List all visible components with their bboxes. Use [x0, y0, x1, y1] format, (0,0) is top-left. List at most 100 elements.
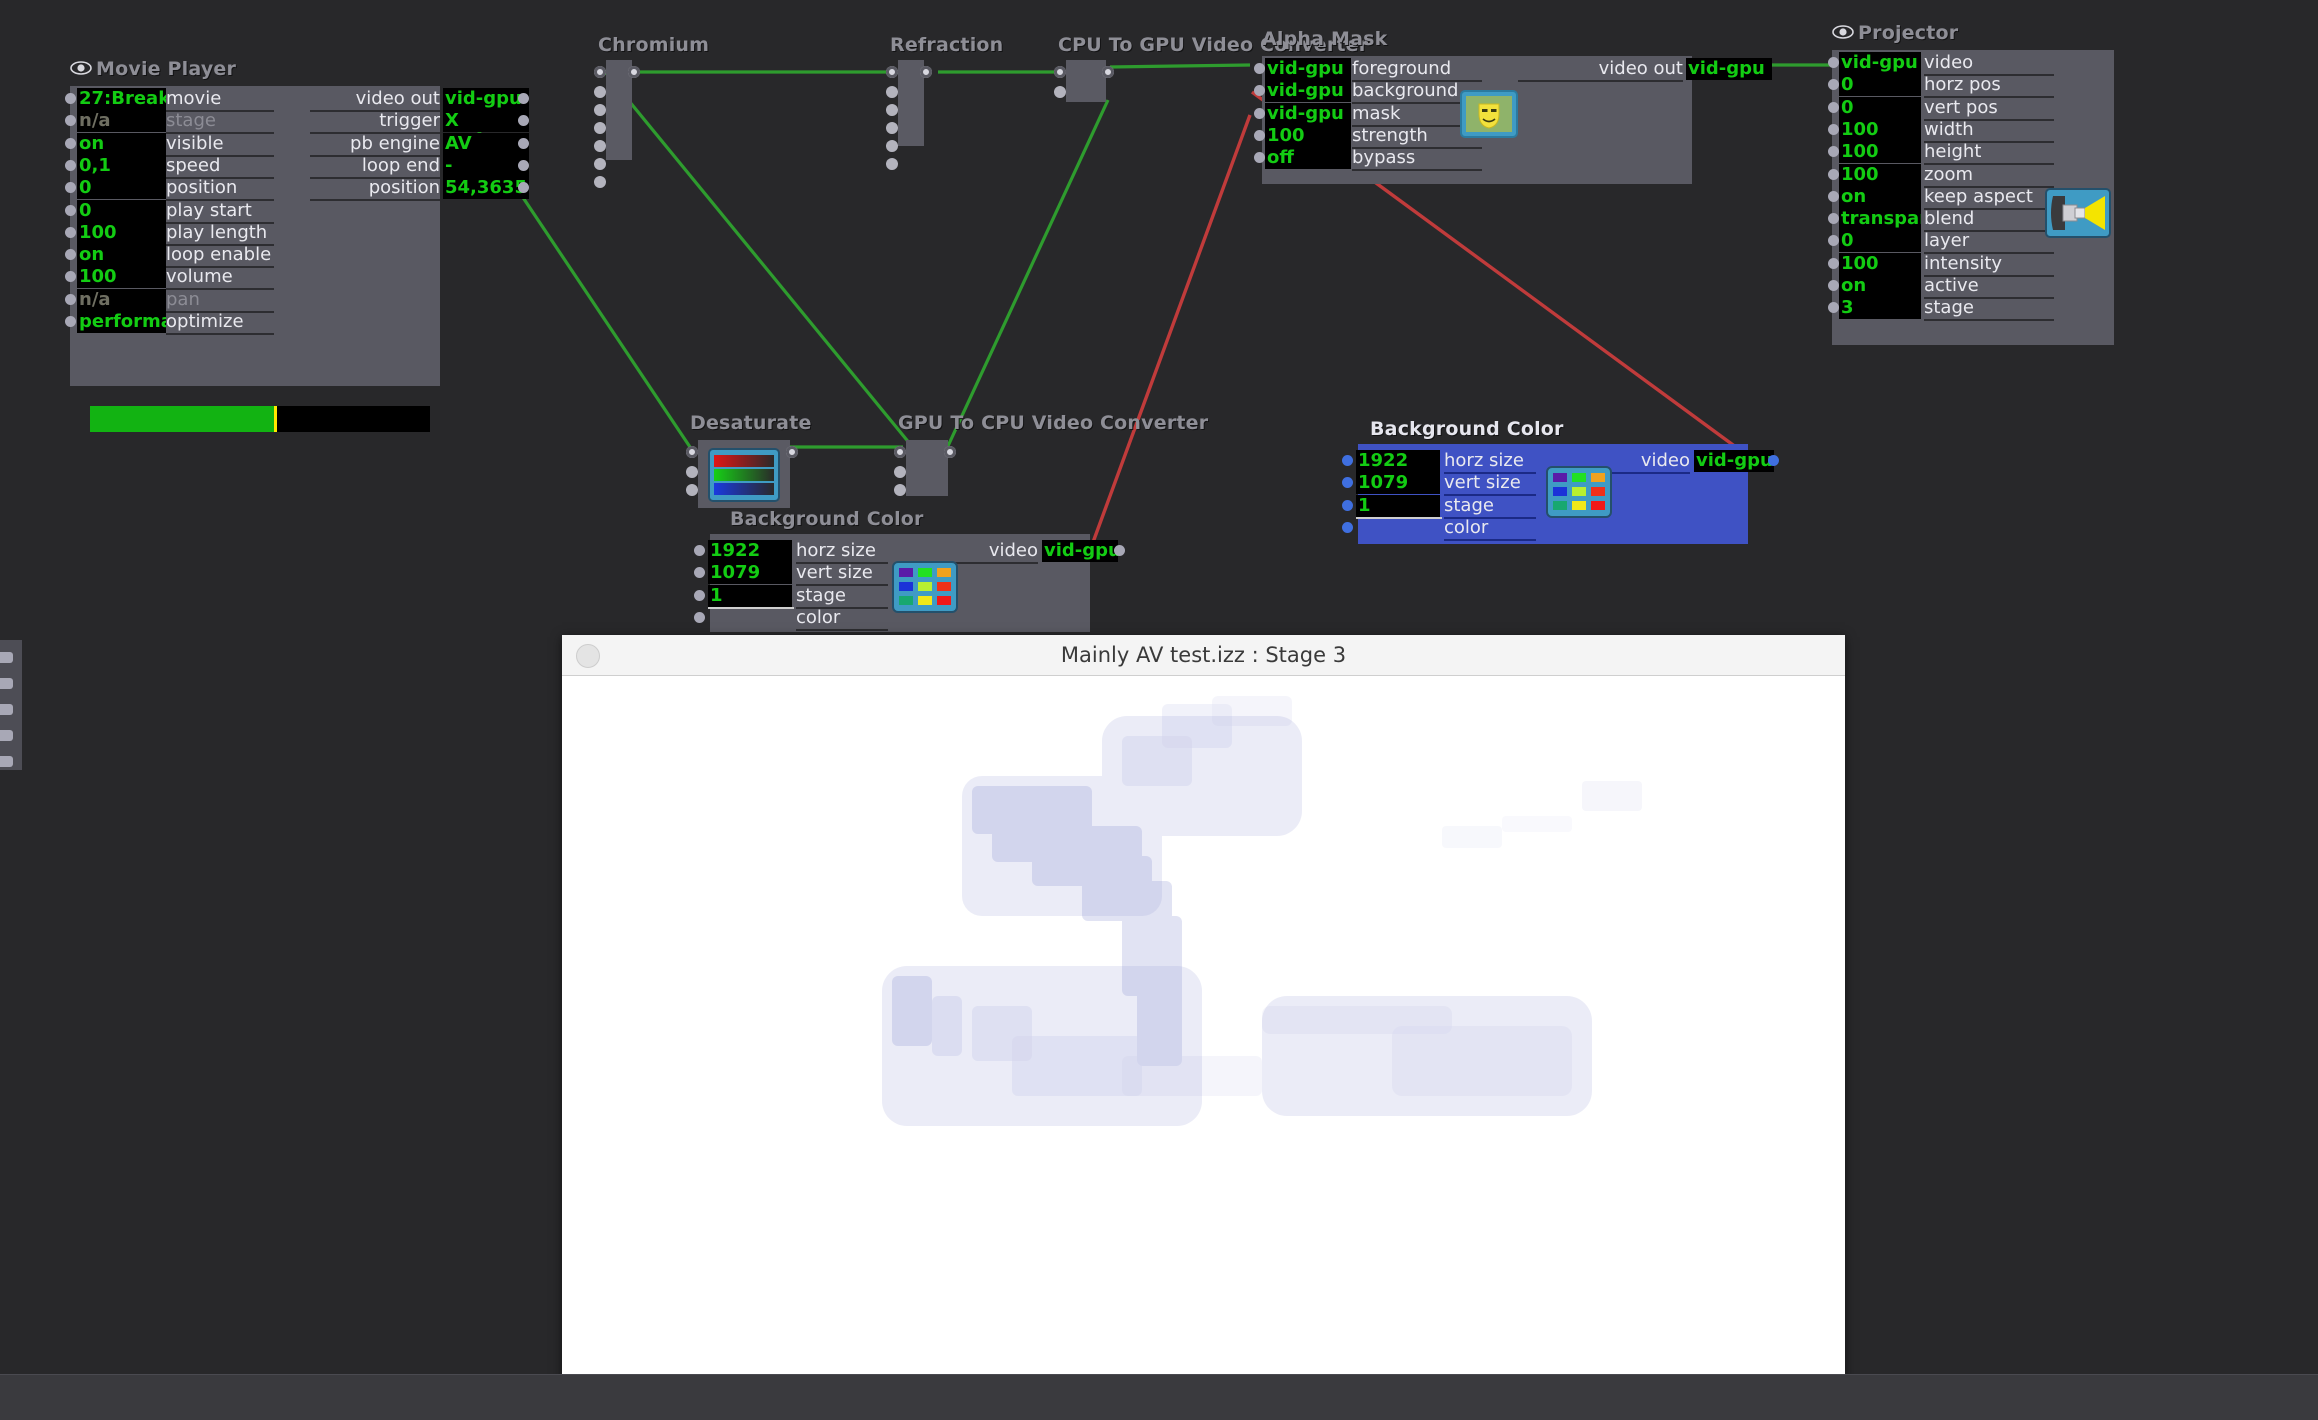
input-value[interactable]: 100 — [1839, 118, 1921, 141]
close-icon[interactable] — [576, 644, 600, 668]
input-value[interactable]: 3 — [1839, 297, 1921, 320]
refraction-in-port[interactable] — [886, 158, 898, 170]
input-port[interactable] — [694, 611, 705, 623]
input-port[interactable] — [1342, 477, 1353, 489]
node-background-color-2[interactable]: Background Color 1922 horz size 1079 vert s… — [1342, 418, 1779, 544]
input-value[interactable]: 1 — [708, 584, 792, 607]
input-port[interactable] — [1828, 280, 1839, 291]
input-port[interactable] — [694, 545, 705, 556]
input-value[interactable]: on — [1839, 185, 1921, 208]
node-projector[interactable]: Projector vid-gpu video 0 horz pos 0 vert pos… — [1828, 22, 2114, 347]
gpu2cpu-in-port[interactable] — [894, 446, 906, 458]
input-value[interactable]: 100 — [77, 221, 166, 244]
input-value[interactable]: 1079 — [708, 562, 792, 585]
chromium-in-port[interactable] — [594, 66, 606, 78]
refraction-in-port[interactable] — [886, 104, 898, 116]
cpu2gpu-in-port[interactable] — [1054, 66, 1066, 78]
input-value[interactable]: on — [1839, 275, 1921, 297]
input-value[interactable]: 0 — [1839, 230, 1921, 253]
chromium-in-port[interactable] — [594, 122, 606, 134]
refraction-in-port[interactable] — [886, 140, 898, 152]
input-value[interactable]: transparent — [1839, 208, 1921, 231]
output-value[interactable]: AV — [443, 132, 529, 155]
input-port[interactable] — [65, 159, 76, 171]
input-port[interactable] — [1828, 57, 1839, 68]
refraction-in-port[interactable] — [886, 66, 898, 78]
output-port[interactable] — [518, 159, 529, 171]
input-port[interactable] — [65, 137, 76, 149]
input-value[interactable]: 1 — [1356, 494, 1440, 517]
desaturate-in-port[interactable] — [686, 446, 698, 458]
input-port[interactable] — [1828, 101, 1839, 113]
input-port[interactable] — [694, 589, 705, 601]
rail-port[interactable] — [0, 652, 13, 663]
input-port[interactable] — [1828, 123, 1839, 135]
output-port[interactable] — [518, 137, 529, 149]
input-port[interactable] — [65, 316, 76, 327]
input-value[interactable]: 0 — [77, 199, 166, 222]
movie-player-progress[interactable] — [90, 406, 430, 432]
desaturate-out-port[interactable] — [786, 446, 798, 458]
input-value[interactable]: vid-gpu — [1265, 102, 1351, 125]
input-value[interactable]: on — [77, 132, 166, 155]
rail-port[interactable] — [0, 678, 13, 689]
input-port[interactable] — [65, 226, 76, 238]
stage-window-titlebar[interactable]: Mainly AV test.izz : Stage 3 — [562, 635, 1845, 676]
input-port[interactable] — [1254, 63, 1265, 74]
input-value[interactable]: 100 — [1265, 124, 1351, 147]
input-value[interactable]: 0 — [77, 177, 166, 200]
input-value[interactable]: vid-gpu — [1265, 80, 1351, 103]
input-value[interactable]: vid-gpu — [1265, 58, 1351, 80]
node-alpha-mask[interactable]: Alpha Mask vid-gpu foreground vid-gpu backg… — [1254, 28, 1772, 184]
input-value[interactable]: 1922 — [708, 540, 792, 562]
refraction-out-port[interactable] — [920, 66, 932, 78]
input-port[interactable] — [1828, 168, 1839, 180]
input-value[interactable] — [1356, 516, 1442, 519]
left-collapsed-panel[interactable] — [0, 640, 22, 770]
chromium-in-port[interactable] — [594, 104, 606, 116]
input-value[interactable]: vid-gpu — [1839, 52, 1921, 74]
node-background-color-1[interactable]: Background Color 1922 horz size 1079 vert s… — [694, 508, 1125, 632]
output-value[interactable]: vid-gpu — [1686, 58, 1772, 80]
desaturate-in-port[interactable] — [686, 484, 698, 496]
input-port[interactable] — [1828, 257, 1839, 269]
input-value[interactable]: n/a — [77, 110, 166, 133]
chromium-in-port[interactable] — [594, 158, 606, 170]
input-value[interactable]: on — [77, 244, 166, 267]
input-port[interactable] — [1342, 499, 1353, 511]
gpu2cpu-in-port[interactable] — [894, 466, 906, 478]
chromium-out-port[interactable] — [628, 66, 640, 78]
input-value[interactable]: 100 — [1839, 141, 1921, 164]
output-value[interactable]: - — [443, 154, 529, 177]
refraction-in-port[interactable] — [886, 86, 898, 98]
input-port[interactable] — [1342, 455, 1353, 466]
input-port[interactable] — [65, 204, 76, 216]
input-value[interactable]: n/a — [77, 288, 166, 311]
rail-port[interactable] — [0, 704, 13, 715]
cpu2gpu-out-port[interactable] — [1102, 66, 1114, 78]
input-value[interactable]: 100 — [1839, 252, 1921, 275]
rail-port[interactable] — [0, 730, 13, 741]
input-port[interactable] — [1342, 521, 1353, 533]
output-value[interactable]: vid-gpu — [1694, 450, 1774, 472]
gpu2cpu-out-port[interactable] — [944, 446, 956, 458]
input-value[interactable]: 0 — [1839, 74, 1921, 97]
output-port[interactable] — [1768, 455, 1779, 466]
chromium-in-port[interactable] — [594, 86, 606, 98]
chromium-in-port[interactable] — [594, 140, 606, 152]
input-value[interactable]: 1079 — [1356, 472, 1440, 495]
input-value[interactable]: 1922 — [1356, 450, 1440, 472]
gpu2cpu-in-port[interactable] — [894, 484, 906, 496]
chromium-in-port[interactable] — [594, 176, 606, 188]
rail-port[interactable] — [0, 756, 13, 767]
input-value[interactable]: off — [1265, 147, 1351, 170]
input-port[interactable] — [694, 567, 705, 579]
input-port[interactable] — [1254, 107, 1265, 119]
input-port[interactable] — [65, 93, 76, 104]
desaturate-in-port[interactable] — [686, 466, 698, 478]
input-port[interactable] — [1254, 129, 1265, 141]
input-value[interactable]: performance — [77, 311, 166, 333]
progress-playhead[interactable] — [273, 406, 277, 432]
cpu2gpu-in-port[interactable] — [1054, 86, 1066, 98]
stage-content[interactable] — [562, 676, 1845, 1381]
